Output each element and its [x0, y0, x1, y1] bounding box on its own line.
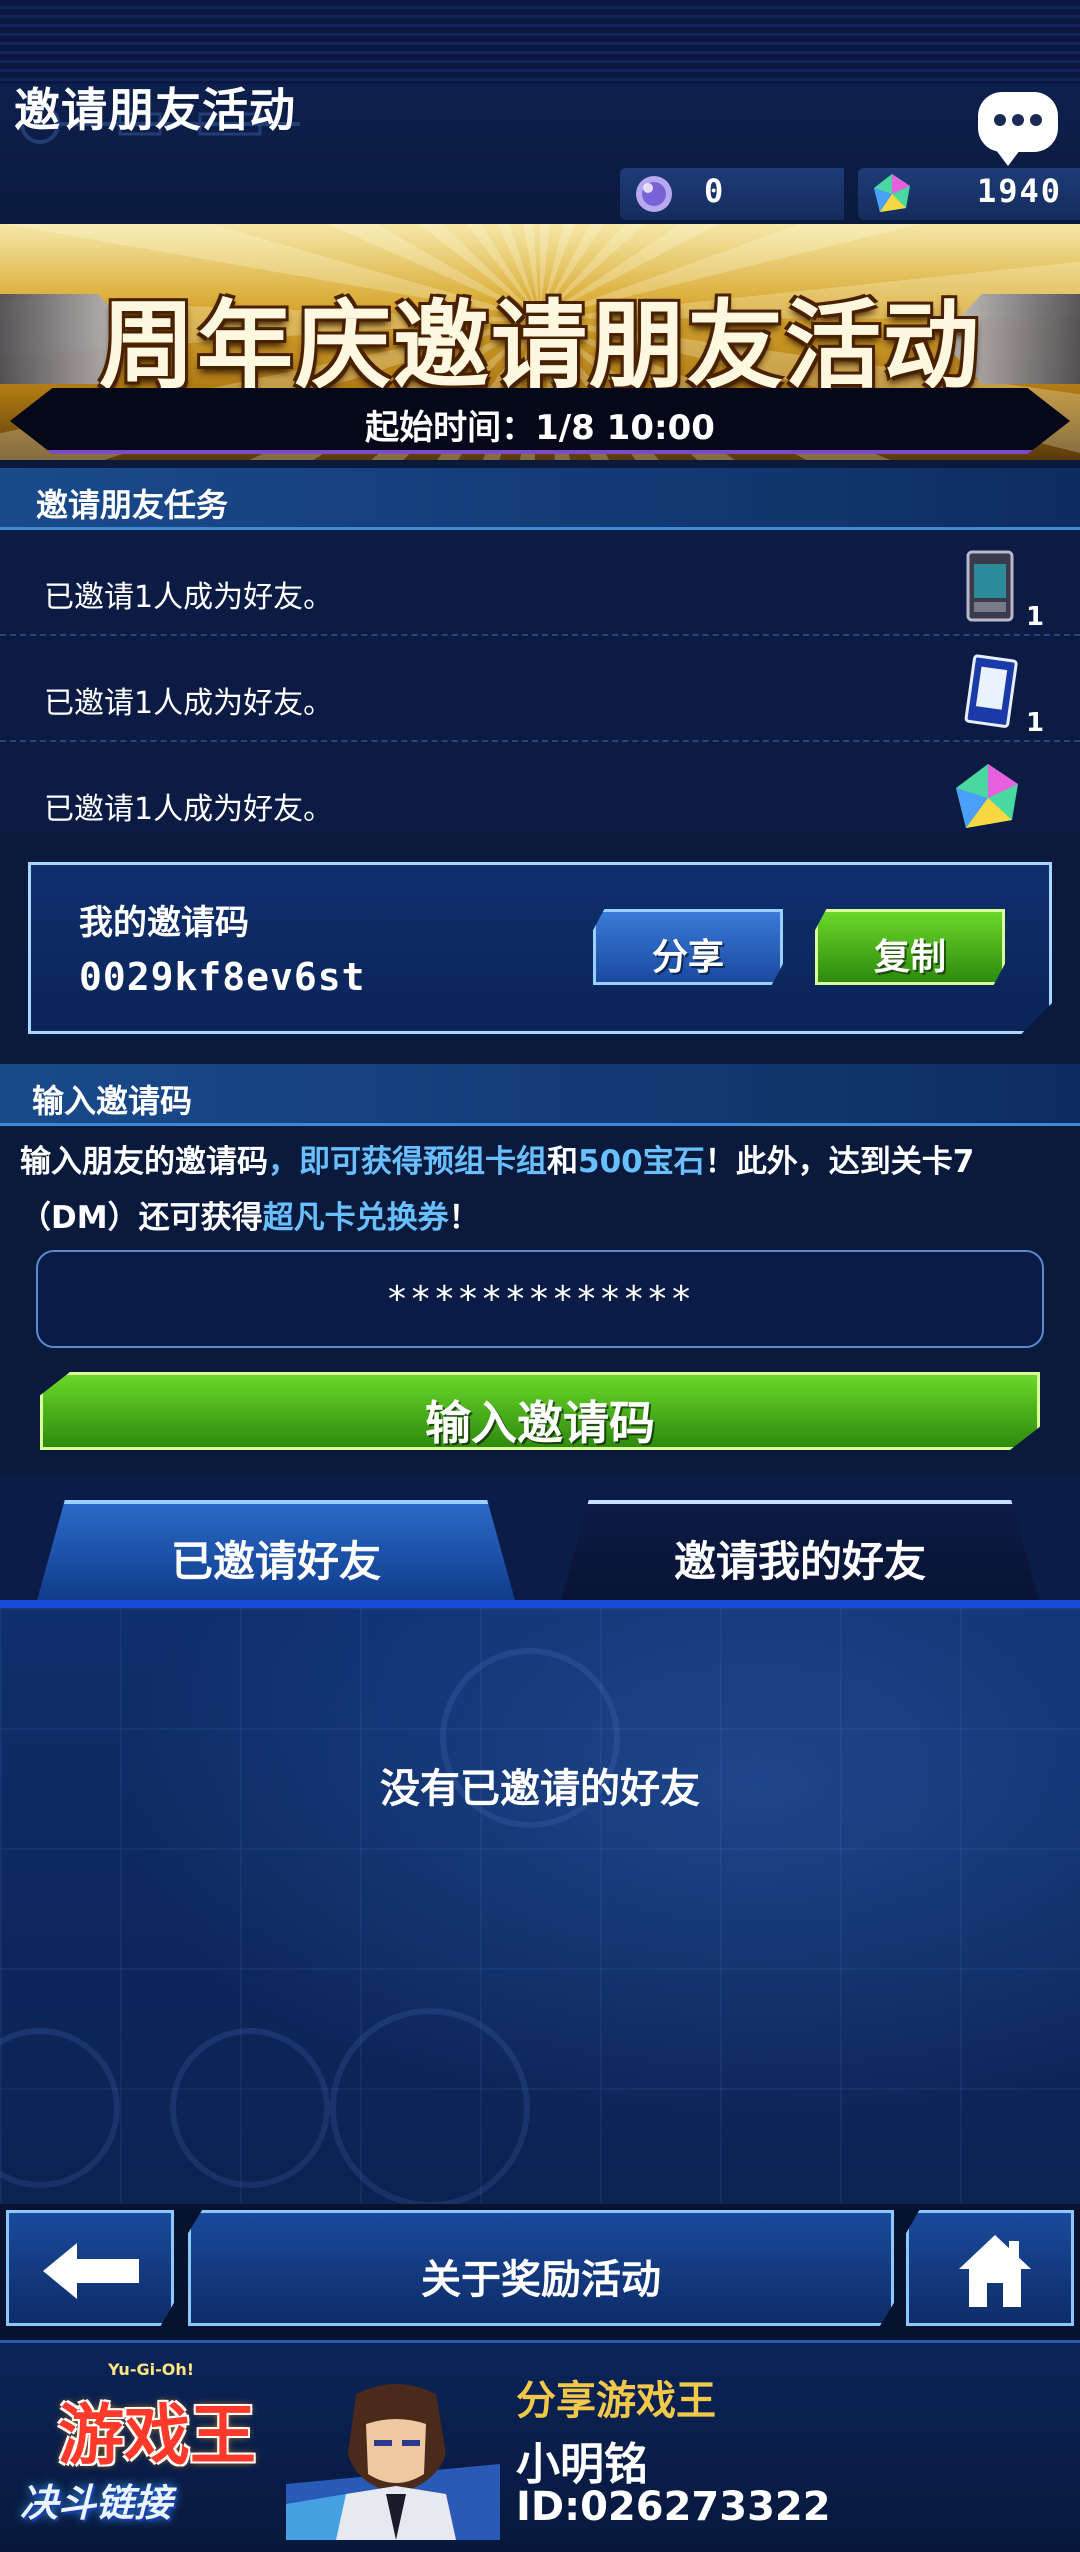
task-text: 已邀请1人成为好友。	[44, 792, 334, 827]
tab-friends-who-invited-me[interactable]: 邀请我的好友	[560, 1500, 1040, 1604]
logo-small-text: Yu-Gi-Oh!	[108, 2360, 194, 2379]
start-time: 起始时间：1/8 10:00	[365, 408, 715, 448]
tab-underline	[0, 1600, 1080, 1608]
desc-text: ！	[448, 1200, 480, 1236]
desc-text: 输入朋友的邀请码	[20, 1144, 268, 1180]
task-row: 已邀请1人成为好友。 1	[0, 636, 1080, 742]
my-invite-code-label: 我的邀请码	[79, 903, 249, 943]
page-title: 邀请朋友活动	[14, 83, 296, 137]
start-time-bar: 起始时间：1/8 10:00	[10, 388, 1070, 454]
about-rewards-button-label: 关于奖励活动	[421, 2257, 661, 2303]
chat-button[interactable]	[978, 92, 1058, 166]
enter-invite-code-button[interactable]: 输入邀请码	[40, 1372, 1040, 1450]
reward-quantity: 1	[1026, 708, 1045, 738]
invite-code-input[interactable]	[36, 1250, 1044, 1348]
orb-icon	[636, 176, 672, 212]
player-name: 小明铭	[516, 2439, 648, 2490]
home-icon	[959, 2235, 1031, 2307]
chat-icon-dot	[1030, 114, 1042, 126]
desc-highlight: ，即可获得预组卡组	[268, 1144, 547, 1180]
chat-icon-dot	[1012, 114, 1024, 126]
tab-invited-friends[interactable]: 已邀请好友	[36, 1500, 516, 1604]
orb-count: 0	[704, 172, 726, 210]
decoration-circle	[330, 2008, 530, 2208]
task-list[interactable]: 已邀请1人成为好友。 1 已邀请1人成为好友。 1 已邀请1人成为好友。	[0, 530, 1080, 832]
back-button[interactable]	[6, 2210, 174, 2326]
share-button[interactable]: 分享	[593, 909, 783, 985]
task-row: 已邀请1人成为好友。 1	[0, 530, 1080, 636]
enter-code-heading: 输入邀请码	[0, 1064, 1080, 1126]
avatar	[286, 2384, 500, 2540]
card-pack-icon[interactable]	[962, 548, 1018, 624]
friends-list[interactable]: 没有已邀请的好友	[0, 1608, 1080, 2208]
copy-button[interactable]: 复制	[815, 909, 1005, 985]
enter-invite-code-button-label: 输入邀请码	[425, 1396, 655, 1450]
copy-button-label: 复制	[873, 937, 946, 978]
desc-highlight: 超凡卡兑换券	[262, 1200, 449, 1236]
desc-text: 和	[547, 1144, 578, 1180]
about-rewards-button[interactable]: 关于奖励活动	[188, 2210, 894, 2326]
share-title: 分享游戏王	[516, 2378, 716, 2424]
status-strip	[0, 0, 1080, 84]
banner-title: 周年庆邀请朋友活动	[99, 289, 981, 402]
task-row: 已邀请1人成为好友。	[0, 742, 1080, 832]
task-text: 已邀请1人成为好友。	[44, 686, 334, 721]
enter-code-description: 输入朋友的邀请码，即可获得预组卡组和500宝石！此外，达到关卡7（DM）还可获得…	[20, 1134, 1060, 1246]
logo-main-text: 游戏王	[58, 2396, 256, 2474]
back-arrow-icon	[43, 2243, 139, 2299]
gem-icon	[874, 174, 910, 212]
logo-sub-text: 决斗链接	[20, 2481, 173, 2525]
my-invite-code[interactable]: 0029kf8ev6st	[79, 955, 366, 999]
enter-code-heading-label: 输入邀请码	[32, 1082, 193, 1120]
orb-counter: 0	[620, 168, 844, 220]
tasks-heading: 邀请朋友任务	[0, 468, 1080, 530]
decoration-circle	[170, 2028, 330, 2188]
desc-highlight: 500宝石	[578, 1144, 705, 1180]
reward-quantity: 1	[1026, 602, 1045, 632]
home-button[interactable]	[906, 2210, 1074, 2326]
share-button-label: 分享	[651, 937, 724, 978]
empty-list-message: 没有已邀请的好友	[380, 1766, 700, 1812]
my-invite-code-panel: 我的邀请码 0029kf8ev6st 分享 复制	[28, 862, 1052, 1034]
card-icon[interactable]	[962, 654, 1018, 730]
gem-counter: 1940	[858, 168, 1080, 220]
player-id: ID:026273322	[516, 2484, 831, 2530]
gem-count: 1940	[976, 172, 1062, 210]
game-logo: Yu-Gi-Oh! 游戏王 决斗链接	[20, 2360, 270, 2540]
task-text: 已邀请1人成为好友。	[44, 580, 334, 615]
tab-friends-who-invited-me-label: 邀请我的好友	[673, 1537, 926, 1586]
tasks-heading-label: 邀请朋友任务	[36, 486, 229, 524]
tab-invited-friends-label: 已邀请好友	[170, 1537, 381, 1586]
gem-icon[interactable]	[950, 760, 1026, 832]
chat-icon	[994, 114, 1006, 126]
